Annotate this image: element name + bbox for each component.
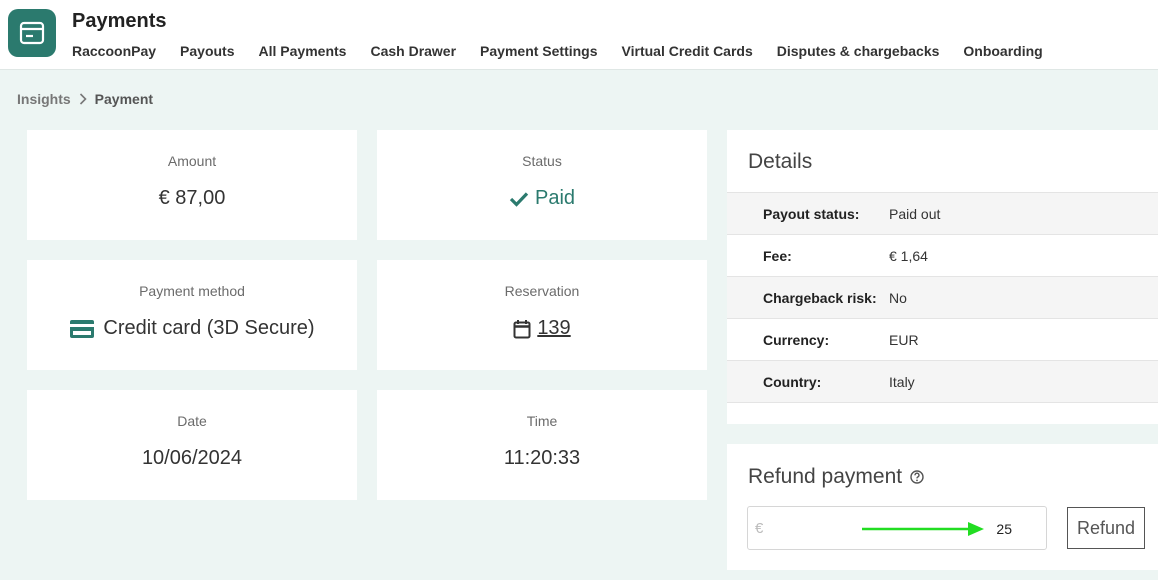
detail-row-payout-status: Payout status: Paid out (727, 193, 1158, 235)
date-value: 10/06/2024 (141, 447, 243, 469)
details-panel: Details Payout status: Paid out Fee: € 1… (727, 130, 1158, 424)
detail-label: Payout status: (763, 205, 860, 222)
nav-payment-settings[interactable]: Payment Settings (480, 43, 597, 59)
detail-value: Paid out (889, 205, 941, 222)
currency-symbol: € (755, 520, 764, 537)
nav-onboarding[interactable]: Onboarding (963, 43, 1042, 59)
breadcrumb: Insights Payment (17, 91, 153, 107)
app-header: Payments RaccoonPay Payouts All Payments… (0, 0, 1158, 70)
detail-row-chargeback-risk: Chargeback risk: No (727, 277, 1158, 319)
refund-panel: Refund payment € Refund (727, 444, 1158, 570)
breadcrumb-current: Payment (94, 91, 154, 107)
time-label: Time (526, 413, 558, 429)
amount-card: Amount € 87,00 (27, 130, 357, 240)
details-title: Details (727, 130, 1158, 193)
status-value-wrap: Paid (377, 187, 707, 210)
detail-value: EUR (889, 331, 919, 348)
payment-method-card: Payment method Credit card (3D Secure) (27, 260, 357, 370)
date-card: Date 10/06/2024 (27, 390, 357, 500)
nav-payouts[interactable]: Payouts (180, 43, 234, 59)
reservation-value-wrap: 139 (377, 317, 707, 340)
refund-amount-input[interactable] (772, 513, 1012, 545)
credit-card-icon (70, 319, 95, 338)
calendar-icon (513, 319, 531, 338)
app-title: Payments (72, 10, 167, 32)
amount-label: Amount (167, 153, 217, 169)
refund-amount-field[interactable]: € (747, 506, 1047, 550)
time-card: Time 11:20:33 (377, 390, 707, 500)
status-label: Status (522, 153, 562, 169)
detail-value: Italy (889, 373, 915, 390)
reservation-card: Reservation 139 (377, 260, 707, 370)
date-value-wrap: 10/06/2024 (27, 447, 357, 470)
status-card: Status Paid (377, 130, 707, 240)
detail-label: Chargeback risk: (763, 289, 877, 306)
reservation-label: Reservation (504, 283, 580, 299)
detail-row-currency: Currency: EUR (727, 319, 1158, 361)
detail-row-fee: Fee: € 1,64 (727, 235, 1158, 277)
time-value: 11:20:33 (503, 447, 581, 469)
detail-value: No (889, 289, 907, 306)
time-value-wrap: 11:20:33 (377, 447, 707, 470)
check-icon (509, 191, 529, 207)
details-rows: Payout status: Paid out Fee: € 1,64 Char… (727, 193, 1158, 403)
payment-method-value: Credit card (3D Secure) (103, 317, 315, 339)
detail-row-country: Country: Italy (727, 361, 1158, 403)
nav-disputes-chargebacks[interactable]: Disputes & chargebacks (777, 43, 940, 59)
chevron-right-icon (79, 93, 87, 105)
amount-value-wrap: € 87,00 (27, 187, 357, 210)
refund-title: Refund payment (748, 465, 903, 488)
refund-button[interactable]: Refund (1067, 507, 1145, 549)
payment-terminal-icon[interactable] (8, 9, 56, 57)
payment-method-value-wrap: Credit card (3D Secure) (27, 317, 357, 340)
status-value: Paid (534, 187, 576, 209)
nav-all-payments[interactable]: All Payments (259, 43, 347, 59)
detail-value: € 1,64 (889, 247, 928, 264)
detail-label: Fee: (763, 247, 792, 264)
nav-cash-drawer[interactable]: Cash Drawer (370, 43, 456, 59)
help-circle-icon[interactable] (910, 470, 924, 484)
nav-raccoonpay[interactable]: RaccoonPay (72, 43, 156, 59)
main-nav: RaccoonPay Payouts All Payments Cash Dra… (72, 43, 1067, 59)
reservation-link[interactable]: 139 (537, 317, 570, 340)
detail-label: Currency: (763, 331, 830, 348)
date-label: Date (177, 413, 207, 429)
nav-virtual-credit-cards[interactable]: Virtual Credit Cards (622, 43, 753, 59)
detail-label: Country: (763, 373, 822, 390)
amount-value: € 87,00 (158, 187, 226, 209)
refund-title-wrap: Refund payment (748, 465, 924, 489)
payment-method-label: Payment method (139, 283, 245, 299)
breadcrumb-insights[interactable]: Insights (17, 91, 71, 107)
